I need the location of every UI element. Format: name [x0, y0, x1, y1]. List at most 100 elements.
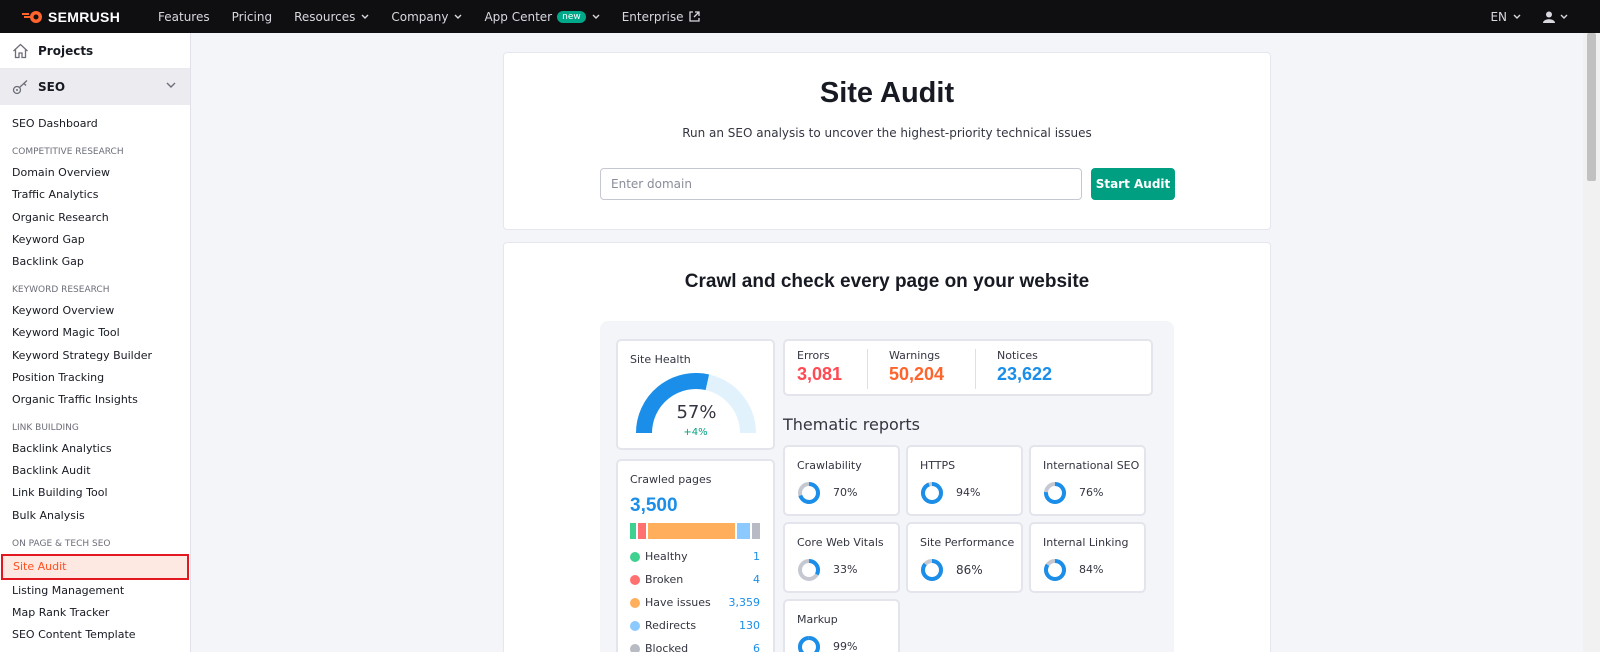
sidebar-item-map-rank-tracker[interactable]: Map Rank Tracker: [0, 602, 190, 624]
divider: [867, 349, 868, 389]
nav-label: Features: [158, 9, 210, 24]
sidebar-item-organic-research[interactable]: Organic Research: [0, 207, 190, 229]
language-label: EN: [1490, 9, 1507, 24]
page-title: Site Audit: [819, 77, 955, 109]
report-label: Core Web Vitals: [797, 536, 884, 549]
nav-features[interactable]: Features: [158, 10, 210, 24]
donut-icon: [921, 482, 943, 504]
report-international-seo[interactable]: International SEO 76%: [1029, 445, 1146, 516]
sidebar-item-keyword-overview[interactable]: Keyword Overview: [0, 300, 190, 322]
nav-app-center[interactable]: App Center new: [484, 9, 600, 24]
warnings-label: Warnings: [889, 349, 940, 362]
crawled-row-blocked[interactable]: Blocked 6: [630, 642, 760, 652]
start-audit-button[interactable]: Start Audit: [1091, 168, 1175, 200]
sidebar-item-seo-dashboard[interactable]: SEO Dashboard: [0, 113, 190, 135]
report-crawlability[interactable]: Crawlability 70%: [783, 445, 900, 516]
sidebar-seo-toggle[interactable]: SEO: [0, 69, 190, 105]
legend-count: 130: [739, 619, 760, 632]
sidebar-item-keyword-magic-tool[interactable]: Keyword Magic Tool: [0, 322, 190, 344]
nav-label: Pricing: [231, 9, 273, 24]
seo-key-icon: [12, 80, 28, 95]
sidebar-item-domain-overview[interactable]: Domain Overview: [0, 162, 190, 184]
top-navigation-bar: SEMRUSH Features Pricing Resources Compa…: [0, 0, 1600, 33]
report-https[interactable]: HTTPS 94%: [906, 445, 1023, 516]
errors-value: 3,081: [797, 364, 843, 384]
legend-dot: [630, 551, 640, 562]
errors-stat[interactable]: Errors 3,081: [797, 349, 842, 385]
nav-company[interactable]: Company: [391, 10, 462, 24]
sidebar-item-backlink-analytics[interactable]: Backlink Analytics: [0, 438, 190, 460]
page-scrollbar[interactable]: [1583, 33, 1600, 652]
issues-summary: Errors 3,081 Warnings 50,204 Notices 23,…: [783, 339, 1153, 396]
report-value: 33%: [833, 563, 858, 576]
sidebar-item-backlink-gap[interactable]: Backlink Gap: [0, 251, 190, 273]
semrush-logo-icon: [22, 10, 42, 23]
chevron-down-icon: [454, 14, 462, 19]
crawled-row-redirects[interactable]: Redirects 130: [630, 619, 760, 632]
legend-dot: [630, 620, 640, 631]
sidebar-section-title: ON PAGE & TECH SEO: [12, 538, 111, 549]
report-label: Markup: [797, 613, 838, 626]
nav-enterprise[interactable]: Enterprise: [622, 10, 701, 24]
brand-name: SEMRUSH: [48, 8, 121, 25]
nav-resources[interactable]: Resources: [294, 10, 369, 24]
sidebar-item-keyword-gap[interactable]: Keyword Gap: [0, 229, 190, 251]
report-site-performance[interactable]: Site Performance 86%: [906, 522, 1023, 593]
legend-count: 3,359: [728, 596, 761, 609]
report-internal-linking[interactable]: Internal Linking 84%: [1029, 522, 1146, 593]
user-menu-button[interactable]: [1543, 11, 1568, 23]
crawled-row-broken[interactable]: Broken 4: [630, 573, 760, 586]
sidebar-item-position-tracking[interactable]: Position Tracking: [0, 367, 190, 389]
nav-label: App Center: [484, 9, 553, 24]
sidebar-item-traffic-analytics[interactable]: Traffic Analytics: [0, 184, 190, 206]
donut-icon: [798, 559, 820, 581]
language-selector[interactable]: EN: [1490, 10, 1521, 24]
sidebar-item-site-audit[interactable]: Site Audit: [1, 553, 189, 580]
crawled-bar-segment: [648, 523, 736, 539]
crawled-row-have-issues[interactable]: Have issues 3,359: [630, 596, 760, 609]
warnings-stat[interactable]: Warnings 50,204: [889, 349, 944, 385]
crawled-row-healthy[interactable]: Healthy 1: [630, 550, 760, 563]
donut-icon: [1044, 559, 1066, 581]
legend-count: 4: [753, 573, 760, 586]
new-badge: new: [557, 10, 586, 23]
home-icon: [13, 43, 28, 58]
site-health-delta: +4%: [683, 427, 708, 438]
donut-icon: [921, 559, 943, 581]
report-label: HTTPS: [920, 459, 956, 472]
sidebar-item-link-building-tool[interactable]: Link Building Tool: [0, 482, 190, 504]
chevron-down-icon: [1513, 14, 1521, 19]
report-core-web-vitals[interactable]: Core Web Vitals 33%: [783, 522, 900, 593]
sidebar-item-seo-content-template[interactable]: SEO Content Template: [0, 624, 190, 646]
sidebar-section-title: COMPETITIVE RESEARCH: [12, 147, 124, 158]
report-label: Internal Linking: [1043, 536, 1129, 549]
scrollbar-thumb[interactable]: [1587, 33, 1596, 181]
report-value: 70%: [833, 486, 858, 499]
sidebar-item-projects[interactable]: Projects: [0, 33, 190, 69]
donut-icon: [798, 482, 820, 504]
site-health-widget: Site Health 57% +4%: [616, 339, 775, 450]
section-title: Crawl and check every page on your websi…: [684, 271, 1090, 292]
top-right-controls: EN: [1490, 0, 1568, 33]
legend-dot: [630, 574, 640, 585]
legend-label: Have issues: [645, 596, 711, 609]
sidebar-item-bulk-analysis[interactable]: Bulk Analysis: [0, 505, 190, 527]
domain-input[interactable]: [600, 168, 1082, 200]
report-value: 99%: [833, 640, 858, 652]
sidebar-item-listing-management[interactable]: Listing Management: [0, 580, 190, 602]
sidebar-item-organic-traffic-insights[interactable]: Organic Traffic Insights: [0, 389, 190, 411]
sidebar-item-keyword-strategy-builder[interactable]: Keyword Strategy Builder: [0, 345, 190, 367]
notices-stat[interactable]: Notices 23,622: [997, 349, 1052, 385]
report-value: 86%: [956, 563, 983, 577]
donut-icon: [798, 636, 820, 652]
report-markup[interactable]: Markup 99%: [783, 599, 900, 652]
crawled-bar-segment: [752, 523, 760, 539]
nav-label: Company: [391, 9, 449, 24]
semrush-logo[interactable]: SEMRUSH: [22, 9, 158, 25]
site-health-value: 57%: [676, 402, 717, 423]
nav-pricing[interactable]: Pricing: [232, 10, 272, 24]
page-subtitle: Run an SEO analysis to uncover the highe…: [682, 126, 1092, 140]
sidebar-item-backlink-audit[interactable]: Backlink Audit: [0, 460, 190, 482]
legend-label: Redirects: [645, 619, 697, 632]
site-audit-hero-card: Site Audit Run an SEO analysis to uncove…: [503, 52, 1271, 230]
